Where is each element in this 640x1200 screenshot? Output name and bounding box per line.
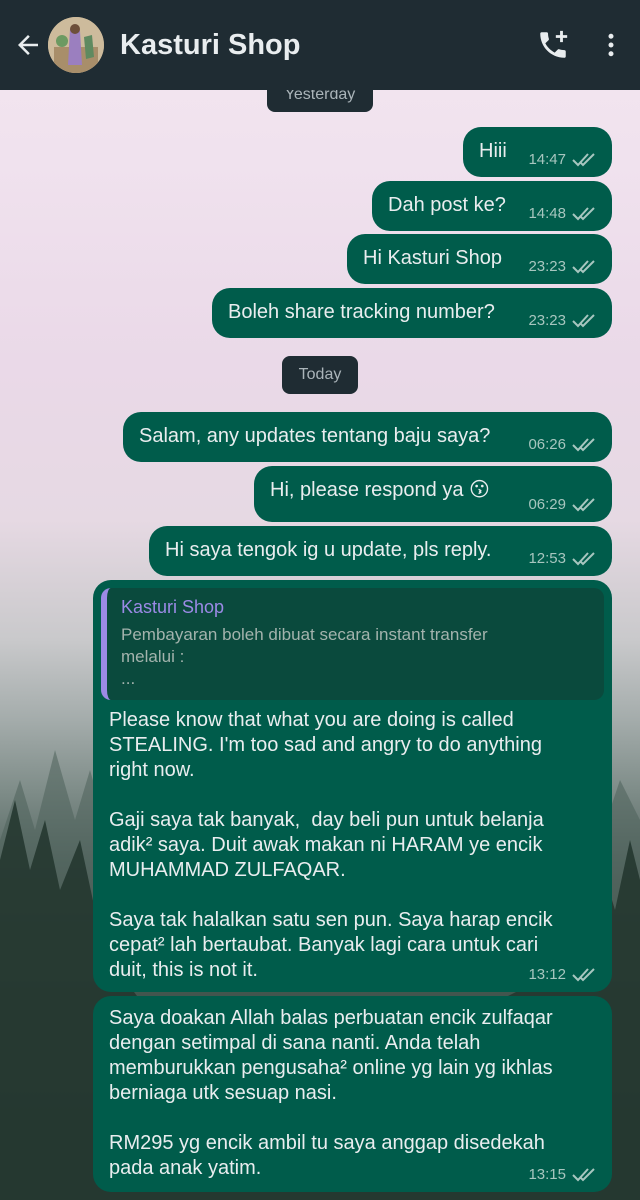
quoted-author: Kasturi Shop [121,597,225,617]
add-call-icon [540,30,568,58]
message-text: Salam, any updates tentang baju saya? [139,425,491,447]
double-check-icon [572,152,595,166]
message-text: Dah post ke? [388,194,506,216]
message-time: 14:47 [528,151,566,168]
double-check-icon [572,1167,595,1181]
add-call-button[interactable] [524,0,582,90]
quoted-text: Pembayaran boleh dibuat secara instant t… [121,625,488,688]
double-check-icon [572,259,595,273]
double-check-icon [572,551,595,565]
message-time: 13:15 [528,1166,566,1183]
date-separator-today: Today [282,356,358,394]
double-check-icon [572,497,595,511]
contact-avatar[interactable] [48,17,104,73]
message-text: Please know that what you are doing is c… [109,709,553,981]
double-check-icon [572,437,595,451]
more-options-button[interactable] [582,0,640,90]
message-bubble[interactable]: Hi Kasturi Shop 23:23 [347,234,612,284]
message-bubble[interactable]: Dah post ke? 14:48 [372,181,612,231]
message-bubble[interactable]: Saya doakan Allah balas perbuatan encik … [93,996,612,1192]
more-vert-icon [608,33,614,57]
quoted-message[interactable]: Kasturi Shop Pembayaran boleh dibuat sec… [101,588,604,700]
double-check-icon [572,313,595,327]
message-text: Boleh share tracking number? [228,301,495,323]
message-bubble[interactable]: Hi saya tengok ig u update, pls reply. 1… [149,526,612,576]
message-time: 12:53 [528,550,566,567]
message-text: Hiii [479,140,507,162]
chat-header: Kasturi Shop [0,0,640,90]
arrow-left-icon [18,35,38,55]
double-check-icon [572,206,595,220]
contact-name[interactable]: Kasturi Shop [120,29,524,62]
message-text: Hi, please respond ya 😗 [270,479,490,501]
message-text: Hi saya tengok ig u update, pls reply. [165,539,492,561]
message-time: 13:12 [528,966,566,983]
reply-message-bubble[interactable]: Kasturi Shop Pembayaran boleh dibuat sec… [93,580,612,992]
message-time: 23:23 [528,312,566,329]
message-time: 23:23 [528,258,566,275]
message-time: 06:26 [528,436,566,453]
message-bubble[interactable]: Salam, any updates tentang baju saya? 06… [123,412,612,462]
message-text: Saya doakan Allah balas perbuatan encik … [109,1007,553,1179]
message-time: 06:29 [528,496,566,513]
message-bubble[interactable]: Hiii 14:47 [463,127,612,177]
message-time: 14:48 [528,205,566,222]
message-bubble[interactable]: Hi, please respond ya 😗 06:29 [254,466,612,522]
message-text: Hi Kasturi Shop [363,247,502,269]
double-check-icon [572,967,595,981]
message-bubble[interactable]: Boleh share tracking number? 23:23 [212,288,612,338]
